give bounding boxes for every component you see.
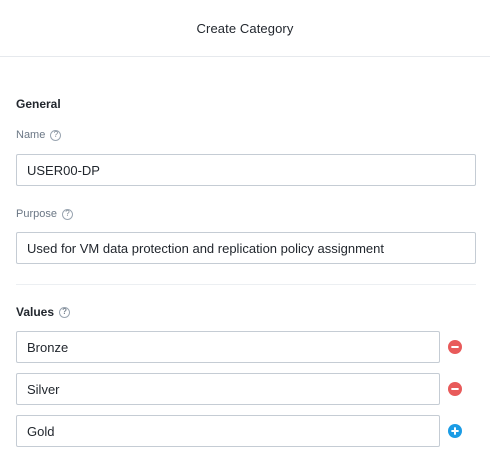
help-icon[interactable]: ?	[61, 208, 73, 220]
values-section-title: Values	[16, 305, 55, 319]
value-input-gold[interactable]	[16, 415, 440, 447]
name-label: Name	[16, 129, 46, 141]
help-icon[interactable]: ?	[59, 306, 71, 318]
minus-circle-icon	[448, 340, 462, 354]
create-category-dialog: Create Category General Name ? Purpose ?…	[0, 0, 490, 463]
general-section-title: General	[16, 97, 61, 111]
purpose-label-row: Purpose ?	[16, 208, 73, 220]
remove-value-button[interactable]	[448, 382, 462, 396]
help-icon[interactable]: ?	[50, 129, 62, 141]
value-input-silver[interactable]	[16, 373, 440, 405]
add-value-button[interactable]	[448, 424, 462, 438]
name-label-row: Name ?	[16, 129, 62, 141]
minus-circle-icon	[448, 382, 462, 396]
purpose-label: Purpose	[16, 208, 57, 220]
section-divider	[16, 284, 476, 285]
name-input[interactable]	[16, 154, 476, 186]
values-label-row: Values ?	[16, 305, 71, 319]
dialog-header: Create Category	[0, 0, 490, 57]
purpose-input[interactable]	[16, 232, 476, 264]
value-input-bronze[interactable]	[16, 331, 440, 363]
plus-circle-icon	[448, 424, 462, 438]
dialog-title: Create Category	[196, 20, 294, 36]
remove-value-button[interactable]	[448, 340, 462, 354]
